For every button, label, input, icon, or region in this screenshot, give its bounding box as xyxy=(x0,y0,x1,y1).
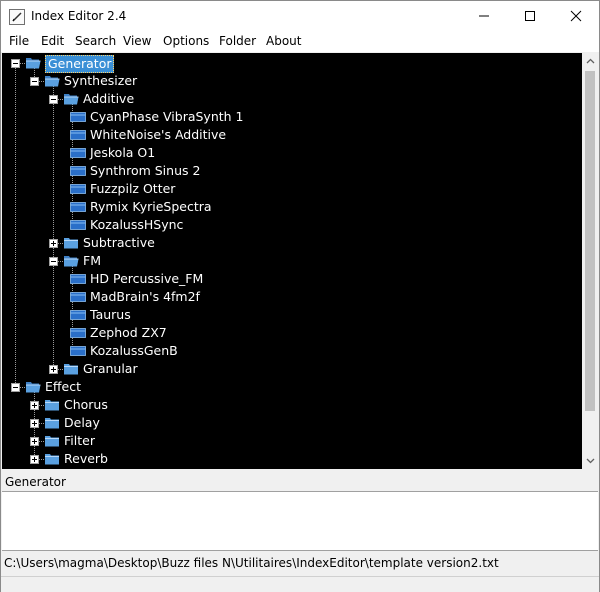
expand-icon[interactable] xyxy=(30,419,39,428)
minimize-icon xyxy=(479,15,489,17)
scroll-thumb[interactable] xyxy=(585,71,595,411)
open-folder-icon xyxy=(25,380,41,394)
tree-connector xyxy=(15,63,16,387)
menu-folder[interactable]: Folder xyxy=(219,34,256,48)
menu-bar: File Edit Search View Options Folder Abo… xyxy=(1,31,599,53)
open-folder-icon xyxy=(63,254,79,268)
tree-node-text[interactable]: Subtractive xyxy=(83,235,155,251)
tree-node-text[interactable]: KozalussGenB xyxy=(90,343,178,359)
tree-node-text[interactable]: Chorus xyxy=(64,397,108,413)
maximize-button[interactable] xyxy=(507,1,553,31)
tree-node-text[interactable]: Delay xyxy=(64,415,100,431)
maximize-icon xyxy=(525,11,535,21)
open-folder-icon xyxy=(44,74,60,88)
minimize-button[interactable] xyxy=(461,1,507,31)
tree-node-text[interactable]: Granular xyxy=(83,361,138,377)
module-icon xyxy=(70,219,86,231)
folder-icon xyxy=(63,362,79,376)
module-icon xyxy=(70,309,86,321)
menu-options[interactable]: Options xyxy=(163,34,209,48)
open-folder-icon xyxy=(63,92,79,106)
tree-node-text[interactable]: Taurus xyxy=(90,307,131,323)
module-icon xyxy=(70,111,86,123)
close-button[interactable] xyxy=(553,1,599,31)
scroll-down-button[interactable] xyxy=(582,453,598,469)
tree-node-text[interactable]: Jeskola O1 xyxy=(90,145,155,161)
tree-scrollbar[interactable] xyxy=(582,53,598,469)
file-path: C:\Users\magma\Desktop\Buzz files N\Util… xyxy=(4,556,499,570)
status-bar: C:\Users\magma\Desktop\Buzz files N\Util… xyxy=(1,553,599,575)
title-bar[interactable]: Index Editor 2.4 xyxy=(1,1,599,31)
folder-icon xyxy=(63,236,79,250)
folder-icon xyxy=(44,452,60,466)
folder-icon xyxy=(44,416,60,430)
collapse-icon[interactable] xyxy=(11,383,20,392)
module-icon xyxy=(70,183,86,195)
module-icon xyxy=(70,345,86,357)
tree-node-text[interactable]: KozalussHSync xyxy=(90,217,183,233)
module-icon xyxy=(70,147,86,159)
chevron-up-icon xyxy=(586,58,594,64)
tree-node-text[interactable]: WhiteNoise's Additive xyxy=(90,127,226,143)
tree-node-text[interactable]: HD Percussive_FM xyxy=(90,271,203,287)
tree-node-text[interactable]: Synthesizer xyxy=(64,73,137,89)
menu-view[interactable]: View xyxy=(123,34,151,48)
pencil-icon xyxy=(9,9,25,25)
app-window: Index Editor 2.4 File Edit Search View O… xyxy=(0,0,600,592)
menu-file[interactable]: File xyxy=(9,34,29,48)
tree-node-text[interactable]: Effect xyxy=(45,379,81,395)
scroll-up-button[interactable] xyxy=(582,53,598,69)
chevron-down-icon xyxy=(586,458,594,464)
window-title: Index Editor 2.4 xyxy=(31,9,127,23)
collapse-icon[interactable] xyxy=(49,257,58,266)
folder-icon xyxy=(44,434,60,448)
tree-node-text[interactable]: FM xyxy=(83,253,101,269)
expand-icon[interactable] xyxy=(30,401,39,410)
module-icon xyxy=(70,201,86,213)
tree-node-text[interactable]: Reverb xyxy=(64,451,108,467)
tree-node-text[interactable]: Additive xyxy=(83,91,134,107)
module-icon xyxy=(70,291,86,303)
tree-node-text[interactable]: Rymix KyrieSpectra xyxy=(90,199,212,215)
module-icon xyxy=(70,327,86,339)
module-icon xyxy=(70,165,86,177)
folder-icon xyxy=(44,398,60,412)
tree-node-text[interactable]: MadBrain's 4fm2f xyxy=(90,289,200,305)
bottom-strip xyxy=(1,576,599,592)
index-tree[interactable]: Generator Synthesizer Additive CyanPhase Vi… xyxy=(2,53,582,469)
tree-node-text[interactable]: Zephod ZX7 xyxy=(90,325,167,341)
description-field[interactable] xyxy=(2,491,598,551)
module-icon xyxy=(70,129,86,141)
tree-node-text[interactable]: Synthrom Sinus 2 xyxy=(90,163,200,179)
expand-icon[interactable] xyxy=(30,437,39,446)
tree-node-text[interactable]: CyanPhase VibraSynth 1 xyxy=(90,109,244,125)
selected-node-label: Generator xyxy=(5,475,66,489)
tree-connector xyxy=(53,86,54,369)
menu-search[interactable]: Search xyxy=(75,34,116,48)
menu-about[interactable]: About xyxy=(266,34,301,48)
module-icon xyxy=(70,273,86,285)
tree-node-text[interactable]: Filter xyxy=(64,433,95,449)
open-folder-icon xyxy=(25,56,41,70)
selected-node-text[interactable]: Generator xyxy=(45,55,115,73)
menu-edit[interactable]: Edit xyxy=(41,34,64,48)
expand-icon[interactable] xyxy=(49,365,58,374)
collapse-icon[interactable] xyxy=(30,77,39,86)
expand-icon[interactable] xyxy=(30,455,39,464)
collapse-icon[interactable] xyxy=(11,59,20,68)
expand-icon[interactable] xyxy=(49,239,58,248)
collapse-icon[interactable] xyxy=(49,95,58,104)
close-icon xyxy=(570,10,582,22)
tree-node-text[interactable]: Fuzzpilz Otter xyxy=(90,181,175,197)
